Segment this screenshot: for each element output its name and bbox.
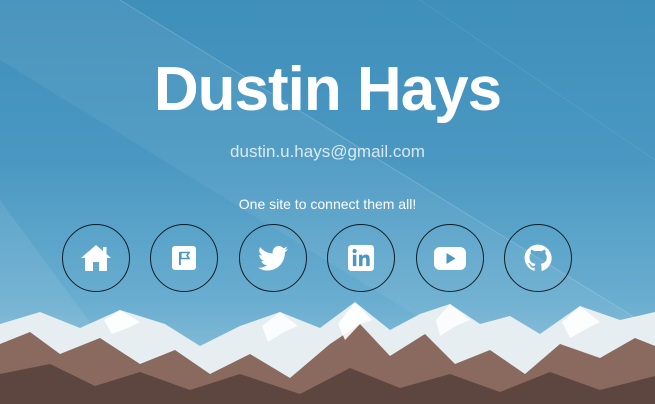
twitter-icon [258, 245, 288, 271]
github-button[interactable] [504, 224, 572, 292]
home-button[interactable] [62, 224, 130, 292]
social-links [62, 224, 582, 296]
portfolio-button[interactable] [150, 224, 218, 292]
github-icon [524, 244, 552, 272]
landing-page: Dustin Hays dustin.u.hays@gmail.com One … [0, 0, 655, 404]
youtube-button[interactable] [416, 224, 484, 292]
page-title: Dustin Hays [153, 55, 502, 124]
home-icon [80, 244, 112, 272]
youtube-icon [434, 246, 466, 270]
email-link[interactable]: dustin.u.hays@gmail.com [0, 141, 655, 163]
linkedin-button[interactable] [327, 224, 395, 292]
twitter-button[interactable] [239, 224, 307, 292]
mountain-range-image [0, 302, 655, 404]
tagline: One site to connect them all! [238, 196, 417, 212]
portfolio-flag-icon [172, 246, 196, 270]
linkedin-icon [348, 245, 374, 271]
